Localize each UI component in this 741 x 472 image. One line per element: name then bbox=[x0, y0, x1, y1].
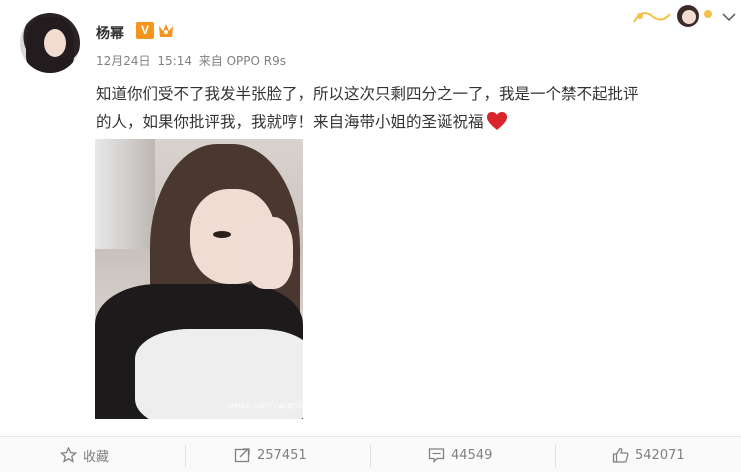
comment-count: 44549 bbox=[451, 447, 493, 463]
repost-icon bbox=[234, 448, 250, 463]
star-icon bbox=[60, 447, 77, 463]
username[interactable]: 杨幂 bbox=[96, 23, 124, 43]
photo-eye bbox=[213, 231, 231, 238]
decorative-banner-icon bbox=[633, 5, 712, 27]
repost-button[interactable]: 257451 bbox=[234, 437, 307, 472]
photo-window bbox=[95, 139, 155, 249]
verified-icon: V bbox=[136, 22, 154, 39]
action-divider bbox=[185, 445, 186, 467]
like-button[interactable]: 542071 bbox=[612, 437, 685, 472]
photo-hand bbox=[245, 217, 293, 289]
post-text-line2: 的人，如果你批评我，我就哼！来自海带小姐的圣诞祝福 bbox=[96, 113, 484, 131]
favorite-button[interactable]: 收藏 bbox=[60, 437, 109, 472]
repost-count: 257451 bbox=[257, 447, 307, 463]
like-count: 542071 bbox=[635, 447, 685, 463]
member-crown-icon bbox=[159, 24, 173, 37]
avatar-face bbox=[44, 29, 66, 57]
action-divider bbox=[555, 445, 556, 467]
thumbs-up-icon bbox=[612, 447, 629, 463]
weibo-post-card: 杨幂 V 12月24日 15:14 来自 OPPO R9s 知道你们受不了我发半… bbox=[0, 0, 741, 472]
action-bar: 收藏 257451 44549 542071 bbox=[0, 436, 741, 472]
heart-icon bbox=[486, 112, 507, 130]
post-text: 知道你们受不了我发半张脸了，所以这次只剩四分之一了，我是一个禁不起批评 的人，如… bbox=[96, 80, 726, 136]
favorite-label: 收藏 bbox=[83, 449, 110, 465]
avatar[interactable] bbox=[20, 13, 80, 73]
post-image[interactable]: weibo.com/yangmiblog bbox=[95, 139, 303, 419]
post-text-line2-wrap: 的人，如果你批评我，我就哼！来自海带小姐的圣诞祝福 bbox=[96, 108, 726, 136]
post-time[interactable]: 15:14 bbox=[157, 54, 192, 68]
post-source: 来自 OPPO R9s bbox=[198, 54, 287, 68]
chevron-down-icon[interactable] bbox=[722, 12, 736, 22]
image-watermark: weibo.com/yangmiblog bbox=[227, 401, 303, 410]
action-divider bbox=[370, 445, 371, 467]
post-meta: 12月24日 15:14 来自 OPPO R9s bbox=[96, 52, 289, 69]
comment-icon bbox=[428, 448, 445, 463]
post-text-line1: 知道你们受不了我发半张脸了，所以这次只剩四分之一了，我是一个禁不起批评 bbox=[96, 85, 639, 103]
comment-button[interactable]: 44549 bbox=[428, 437, 492, 472]
post-date[interactable]: 12月24日 bbox=[96, 54, 151, 68]
